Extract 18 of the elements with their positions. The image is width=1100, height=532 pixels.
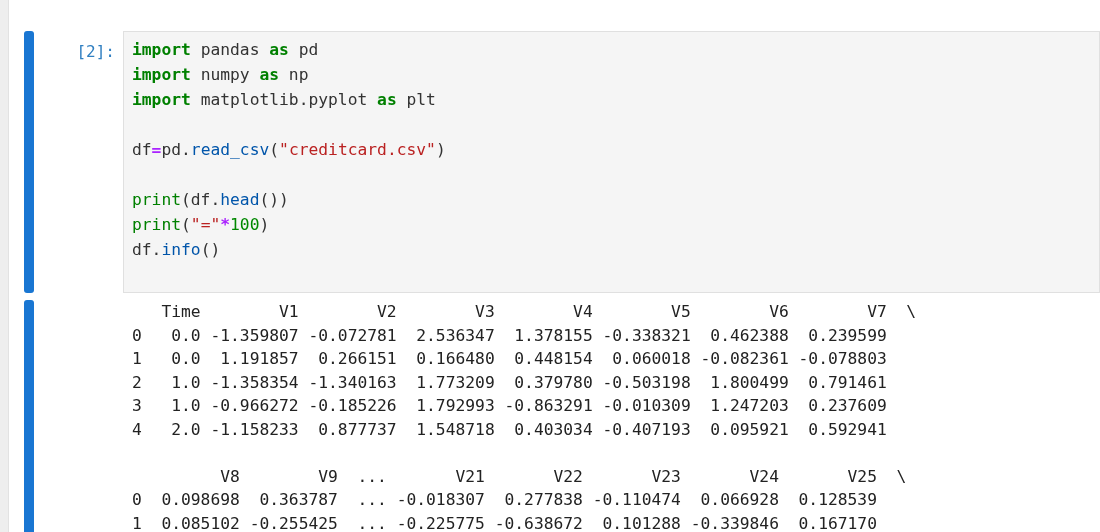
output-line: 3 1.0 -0.966272 -0.185226 1.792993 -0.863291 -0.010309 1.247203 0.237609 — [132, 395, 887, 417]
output-line: 1 0.085102 -0.255425 ... -0.225775 -0.638672 0.101288 -0.339846 0.167170 — [132, 512, 877, 532]
code-line: df=pd.read_csv("creditcard.csv") — [132, 139, 447, 161]
output-line: 0 0.098698 0.363787 ... -0.018307 0.277838 -0.110474 0.066928 0.128539 — [132, 489, 877, 511]
output-line: 2 1.0 -1.358354 -1.340163 1.773209 0.379780 -0.503198 1.800499 0.791461 — [132, 371, 887, 394]
output-line: V8 V9 ... V21 V22 V23 V24 V25 \ — [219, 465, 907, 488]
code-editor[interactable]: import pandas as pd import numpy as np import matplotlib.pyplot as plt df=pd.read_csv("creditcard.csv") print(df.head()) print("="*100) df.info() — [123, 31, 1100, 293]
code-line: import numpy as np — [132, 64, 310, 86]
code-line: import pandas as pd — [132, 39, 320, 61]
output-line: 1 0.0 1.191857 0.266151 0.166480 0.448154 0.060018 -0.082361 -0.078803 — [132, 348, 887, 370]
output-line: Time V1 V2 V3 V4 V5 V6 V7 \ — [160, 301, 917, 323]
code-line: import matplotlib.pyplot as plt — [132, 89, 437, 111]
output-line: 4 2.0 -1.158233 0.877737 1.548718 0.403034 -0.407193 0.095921 0.592941 — [132, 418, 887, 441]
code-line: print(df.head()) — [132, 189, 290, 211]
code-line: print("="*100) — [132, 214, 271, 236]
code-line: df.info() — [132, 239, 222, 261]
execution-count: [2]: — [76, 42, 115, 61]
output-line: 0 0.0 -1.359807 -0.072781 2.536347 1.378155 -0.338321 0.462388 0.239599 — [132, 324, 887, 347]
